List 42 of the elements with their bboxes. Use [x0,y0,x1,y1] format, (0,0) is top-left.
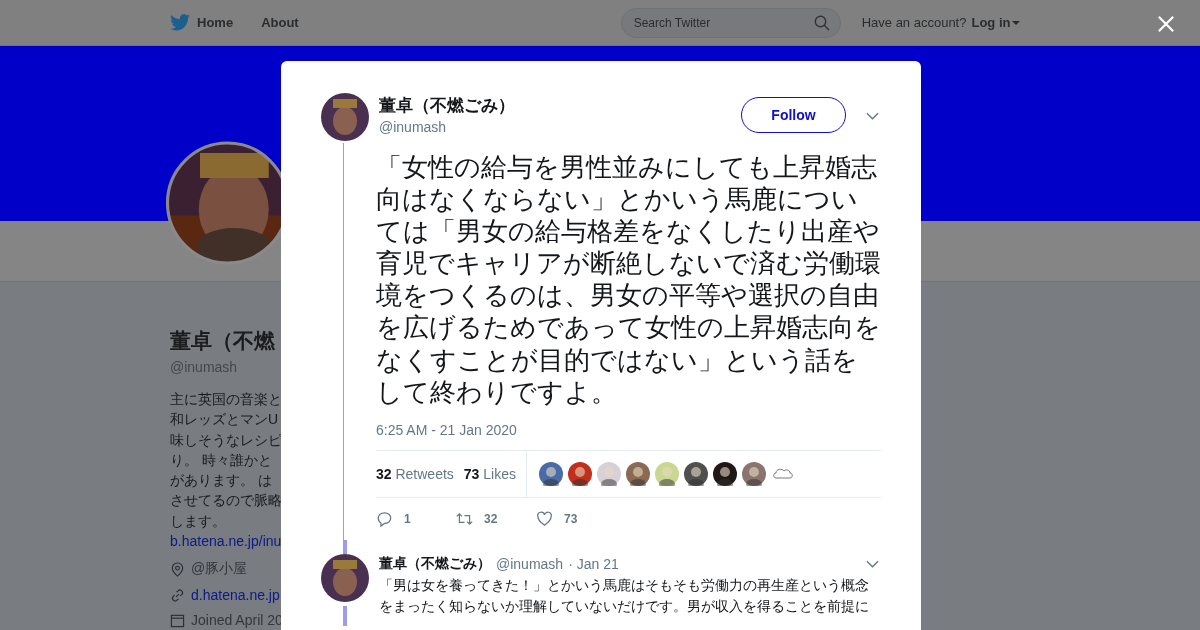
reply-icon[interactable] [376,510,393,527]
reply-text: 「男は女を養ってきた！」とかいう馬鹿はそもそも労働力の再生産という概念をまったく知らないか理解していないだけです。男が収入を得ることを前提に [379,575,870,616]
avatar [321,553,369,602]
tweet-timestamp: 6:25 AM - 21 Jan 2020 [376,421,518,438]
bio-line: 主に英国の音楽と [170,390,282,409]
follow-button[interactable]: Follow [741,97,846,133]
profile-name: 董卓（不燃 [170,328,275,354]
bio-link[interactable]: b.hatena.ne.jp/inu [170,531,282,552]
location-text: @豚小屋 [191,560,248,579]
about-link[interactable]: About [261,15,299,30]
reply-date: · Jan 21 [568,555,619,572]
website-link[interactable]: d.hatena.ne.jp [191,587,280,604]
retweet-icon[interactable] [456,510,473,527]
bio-line: り。 時々誰かと [170,450,272,470]
author-handle: @inumash [379,119,448,135]
bio-line: があります。 は [170,471,272,491]
account-prompt: Have an account? [861,15,967,30]
reply-author-handle: @inumash [496,555,564,572]
chevron-down-icon[interactable] [866,559,879,568]
chevron-down-icon[interactable] [866,112,879,120]
bio-line: 味しそうなレシピ [170,430,282,450]
action-count: 1 [404,511,411,526]
bio-line: させてるので脈略 [170,491,282,511]
home-link[interactable]: Home [197,15,234,30]
bio-line: します。 [170,511,226,531]
link-icon [170,587,185,603]
calendar-icon [170,612,185,628]
location-pin-icon [170,561,185,577]
close-icon[interactable] [1157,15,1175,33]
heart-icon[interactable] [536,510,553,527]
login-link[interactable]: Log in [971,15,1021,30]
tweet-text: 「女性の給与を男性並みにしても上昇婚志向はなくならない」とかいう馬鹿については「男女の給与格差をなくしたり出産や育児でキャリアが断絶しないで済む労働環境をつくるのは、男女の平等や選択の自由を広げるためであって女性の上昇婚志向をなくすことが目的ではない」という話をして終わりですよ。 [376,151,881,408]
avatar [321,93,369,141]
search-icon[interactable] [813,14,830,31]
retweet-count[interactable]: 32 Retweets [376,465,454,482]
like-count[interactable]: 73 Likes [463,465,516,482]
author-name: 董卓（不燃ごみ） [379,95,516,117]
action-count: 32 [484,511,498,526]
action-count: 73 [564,511,578,526]
bio-line: 和レッズとマンU [170,410,279,430]
reply-author-name: 董卓（不燃ごみ） [379,554,491,573]
search-field[interactable]: Search Twitter [620,7,841,38]
